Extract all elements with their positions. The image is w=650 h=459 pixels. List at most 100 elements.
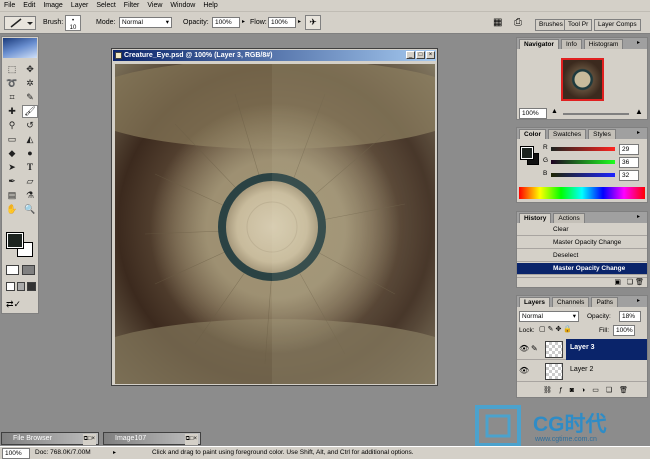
history-item-current[interactable]: Master Opacity Change	[517, 263, 647, 275]
r-value[interactable]: 29	[619, 144, 639, 155]
tab-history[interactable]: History	[519, 213, 552, 223]
minimize-button[interactable]: _	[406, 51, 415, 59]
menu-file[interactable]: File	[0, 0, 19, 12]
trash-icon[interactable]: 🗑	[635, 278, 644, 286]
tab-styles[interactable]: Styles	[588, 129, 616, 139]
g-slider[interactable]	[551, 160, 615, 164]
tab-info[interactable]: Info	[560, 39, 582, 49]
tab-actions[interactable]: Actions	[553, 213, 585, 223]
menu-image[interactable]: Image	[39, 0, 66, 12]
navigator-zoom-input[interactable]: 100%	[519, 108, 547, 119]
tab-histogram[interactable]: Histogram	[583, 39, 624, 49]
eraser-icon[interactable]: ▭	[4, 133, 20, 146]
crop-icon[interactable]: ⌗	[4, 91, 20, 104]
b-value[interactable]: 32	[619, 170, 639, 181]
layer-group-icon[interactable]: ▭	[592, 385, 599, 397]
notes-icon[interactable]: ▤	[4, 189, 20, 202]
layer-opacity-input[interactable]: 18%	[619, 311, 641, 322]
menu-view[interactable]: View	[143, 0, 166, 12]
trash-icon[interactable]: 🗑	[619, 385, 628, 397]
tab-layers[interactable]: Layers	[519, 297, 550, 307]
zoom-icon[interactable]: 🔍	[22, 203, 38, 216]
adjustment-layer-icon[interactable]: ◑	[581, 385, 585, 397]
dodge-icon[interactable]: ●	[22, 147, 38, 160]
new-snapshot-icon[interactable]: ▣	[614, 278, 621, 286]
layer-style-icon[interactable]: ƒ	[559, 385, 563, 397]
status-zoom[interactable]: 100%	[2, 448, 30, 459]
tool-preset-picker[interactable]	[4, 16, 36, 30]
menu-filter[interactable]: Filter	[120, 0, 144, 12]
palette-well-brushes[interactable]: Brushes	[535, 19, 567, 31]
close-button[interactable]: ×	[426, 51, 435, 59]
maximize-button[interactable]: □	[416, 51, 425, 59]
tab-channels[interactable]: Channels	[551, 297, 590, 307]
move-icon[interactable]: ✥	[22, 63, 38, 76]
print-icon[interactable]: ⎙	[514, 16, 526, 29]
blend-mode-select[interactable]: Normal ▾	[519, 311, 579, 322]
new-layer-icon[interactable]: ❏	[606, 385, 612, 397]
brush-picker[interactable]: • 10	[65, 15, 81, 31]
panel-menu-icon[interactable]: ▸	[637, 298, 644, 304]
quickmask-off-icon[interactable]	[6, 265, 19, 275]
minimized-file-browser[interactable]: File Browser ⧉□×	[1, 432, 99, 445]
color-ramp[interactable]	[519, 187, 645, 199]
window-buttons-icon[interactable]: ⧉□×	[82, 434, 96, 445]
r-slider[interactable]	[551, 147, 615, 151]
history-item[interactable]: Master Opacity Change	[517, 237, 647, 249]
tab-paths[interactable]: Paths	[591, 297, 619, 307]
palette-well-layer-comps[interactable]: Layer Comps	[594, 19, 641, 31]
screen-mode-icons[interactable]	[6, 282, 37, 291]
tab-swatches[interactable]: Swatches	[547, 129, 587, 139]
flow-input[interactable]: 100%	[268, 17, 296, 28]
zoom-out-icon[interactable]: ▲	[551, 108, 558, 115]
link-layers-icon[interactable]: ⛓	[543, 385, 552, 397]
image-canvas[interactable]	[115, 64, 435, 384]
brush-link-icon[interactable]: ✎	[531, 344, 538, 353]
menu-layer[interactable]: Layer	[67, 0, 93, 12]
layer-row-selected[interactable]: 👁 ✎ Layer 3	[517, 339, 647, 360]
menu-help[interactable]: Help	[199, 0, 221, 12]
menu-window[interactable]: Window	[166, 0, 199, 12]
palette-well-tool-presets[interactable]: Tool Pr	[564, 19, 593, 31]
tab-navigator[interactable]: Navigator	[519, 39, 559, 49]
panel-menu-icon[interactable]: ▸	[637, 214, 644, 220]
opacity-arrow-icon[interactable]: ▸	[242, 18, 245, 25]
pen-icon[interactable]: ✒	[4, 175, 20, 188]
new-document-icon[interactable]: ❏	[627, 278, 633, 286]
panel-menu-icon[interactable]: ▸	[637, 40, 644, 46]
minimized-image107[interactable]: Image107 ⧉□×	[103, 432, 201, 445]
navigator-thumbnail[interactable]	[561, 58, 604, 101]
eyedropper-icon[interactable]: ⚗	[22, 189, 38, 202]
panel-menu-icon[interactable]: ▸	[637, 130, 644, 136]
document-title-bar[interactable]: Creature_Eye.psd @ 100% (Layer 3, RGB/8#…	[113, 50, 436, 61]
quickmask-on-icon[interactable]	[22, 265, 35, 275]
blur-icon[interactable]: ◆	[4, 147, 20, 160]
brush-tool-icon[interactable]: 🖌	[22, 105, 38, 118]
eye-icon[interactable]: 👁	[519, 344, 529, 353]
fill-input[interactable]: 100%	[613, 325, 635, 336]
zoom-in-icon[interactable]: ▲	[635, 107, 643, 116]
path-select-icon[interactable]: ➤	[4, 161, 20, 174]
foreground-color-swatch[interactable]	[6, 232, 24, 249]
lock-icons[interactable]: ▢✎✥🔒	[539, 325, 574, 333]
menu-select[interactable]: Select	[92, 0, 119, 12]
bucket-icon[interactable]: ◭	[22, 133, 38, 146]
file-browser-icon[interactable]: ▦	[493, 16, 505, 29]
history-item[interactable]: Clear	[517, 224, 647, 236]
wand-icon[interactable]: ✲	[22, 77, 38, 90]
g-value[interactable]: 36	[619, 157, 639, 168]
layer-mask-icon[interactable]: ◙	[570, 385, 574, 397]
flow-arrow-icon[interactable]: ▸	[298, 18, 301, 25]
heal-icon[interactable]: ✚	[4, 105, 20, 118]
history-item[interactable]: Deselect	[517, 250, 647, 262]
lasso-icon[interactable]: ➰	[4, 77, 20, 90]
status-arrow-icon[interactable]: ▸	[113, 449, 116, 456]
shape-icon[interactable]: ▱	[22, 175, 38, 188]
navigator-zoom-slider[interactable]	[563, 113, 629, 115]
slice-icon[interactable]: ✎	[22, 91, 38, 104]
adobe-online-logo[interactable]	[3, 38, 37, 58]
eye-icon[interactable]: 👁	[519, 366, 529, 375]
layer-row[interactable]: 👁 Layer 2	[517, 361, 647, 382]
marquee-icon[interactable]: ⬚	[4, 63, 20, 76]
tab-color[interactable]: Color	[519, 129, 546, 139]
